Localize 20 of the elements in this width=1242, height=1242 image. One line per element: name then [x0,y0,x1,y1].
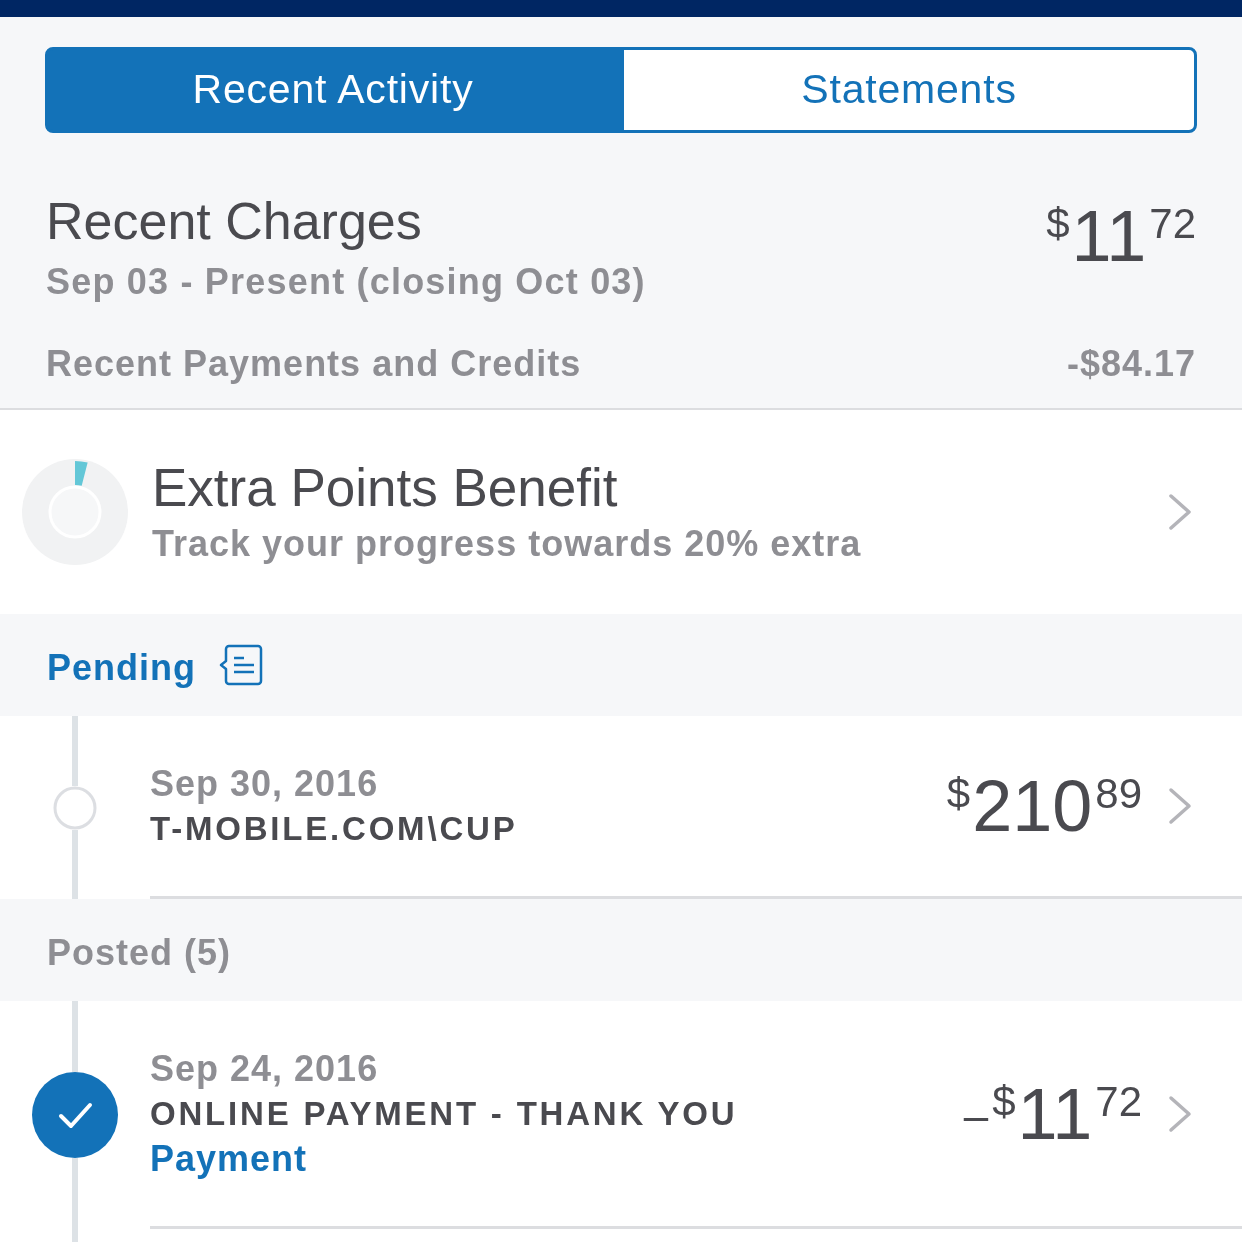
transaction-date: Sep 24, 2016 [150,1047,379,1091]
chevron-right-icon [1168,1094,1192,1133]
section-title: Recent Charges [46,191,422,252]
payments-label: Recent Payments and Credits [46,342,582,386]
benefit-row[interactable]: Extra Points Benefit Track your progress towards 20% extra [0,410,1242,614]
section-title: Posted (5) [47,931,232,975]
transaction-date: Sep 30, 2016 [150,762,379,806]
chevron-right-icon [1168,787,1192,825]
transaction-category: Payment [150,1137,308,1181]
merchant-name: ONLINE PAYMENT - THANK YOU [150,1094,738,1134]
section-title: Pending [47,646,196,690]
tab[interactable]: Recent Activity [45,47,621,133]
benefit-title: Extra Points Benefit [152,458,618,518]
note-icon[interactable] [217,644,263,686]
merchant-name: T-MOBILE.COM\CUP [150,809,518,849]
chevron-right-icon [1168,493,1192,531]
payments-amount: -$84.17 [1066,342,1196,386]
benefit-subtitle: Track your progress towards 20% extra [152,522,862,566]
billing-period: Sep 03 - Present (closing Oct 03) [46,260,646,304]
tab[interactable]: Statements [621,47,1197,133]
